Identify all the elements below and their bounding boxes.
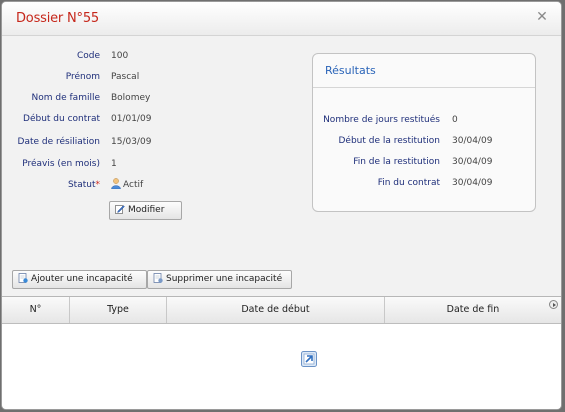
result-value: 0 bbox=[452, 115, 458, 125]
add-incapacity-label: Ajouter une incapacité bbox=[31, 274, 133, 284]
dialog-titlebar[interactable]: Dossier N°55 ✕ bbox=[2, 2, 561, 36]
add-document-icon bbox=[18, 273, 28, 283]
modify-button-label: Modifier bbox=[128, 205, 165, 215]
results-title: Résultats bbox=[325, 64, 376, 77]
grid-header: N° Type Date de début Date de fin bbox=[2, 297, 561, 324]
remove-incapacity-button[interactable]: Supprimer une incapacité bbox=[147, 270, 292, 289]
field-label: Statut* bbox=[2, 178, 100, 192]
field-label: Date de résiliation bbox=[17, 137, 100, 147]
column-header-end-date[interactable]: Date de fin bbox=[385, 297, 561, 323]
status-text: Actif bbox=[123, 180, 144, 190]
result-label: Début de la restitution bbox=[338, 136, 441, 146]
add-incapacity-button[interactable]: Ajouter une incapacité bbox=[12, 270, 147, 289]
field-label: Début du contrat bbox=[23, 114, 100, 124]
result-value: 30/04/09 bbox=[452, 136, 493, 146]
field-label: Préavis (en mois) bbox=[22, 159, 100, 169]
result-value: 30/04/09 bbox=[452, 178, 493, 188]
field-value: 15/03/09 bbox=[111, 137, 152, 147]
field-value: 100 bbox=[111, 51, 129, 61]
dialog-title: Dossier N°55 bbox=[16, 11, 99, 26]
result-value: 30/04/09 bbox=[452, 157, 493, 167]
incapacity-dialog: Dossier N°55 ✕ Code 100 Prénom Pascal No… bbox=[1, 1, 562, 410]
remove-document-icon bbox=[153, 273, 163, 283]
field-value: 01/01/09 bbox=[111, 114, 152, 124]
status-label: Statut bbox=[67, 180, 96, 190]
user-icon bbox=[111, 178, 121, 189]
result-row-contract-end: Fin du contrat 30/04/09 bbox=[313, 176, 535, 190]
column-header-start-date[interactable]: Date de début bbox=[167, 297, 385, 323]
required-marker: * bbox=[95, 180, 101, 190]
column-header-number[interactable]: N° bbox=[2, 297, 70, 323]
incapacity-grid: N° Type Date de début Date de fin bbox=[2, 296, 561, 409]
open-external-icon[interactable] bbox=[301, 351, 317, 367]
result-row-days-returned: Nombre de jours restitués 0 bbox=[313, 113, 535, 127]
result-label: Nombre de jours restitués bbox=[323, 115, 440, 125]
result-row-restitution-end: Fin de la restitution 30/04/09 bbox=[313, 155, 535, 169]
result-label: Fin du contrat bbox=[377, 178, 440, 188]
status-value: Actif bbox=[111, 178, 143, 192]
field-value: 1 bbox=[111, 159, 117, 169]
field-value: Bolomey bbox=[111, 93, 151, 103]
column-menu-icon[interactable] bbox=[549, 300, 558, 309]
close-icon[interactable]: ✕ bbox=[535, 10, 549, 24]
remove-incapacity-label: Supprimer une incapacité bbox=[166, 274, 283, 284]
modify-button[interactable]: Modifier bbox=[109, 201, 182, 220]
results-header: Résultats bbox=[313, 54, 535, 88]
field-label: Code bbox=[76, 51, 100, 61]
field-value: Pascal bbox=[111, 72, 140, 82]
result-row-restitution-start: Début de la restitution 30/04/09 bbox=[313, 134, 535, 148]
field-label: Prénom bbox=[65, 72, 100, 82]
edit-icon bbox=[115, 205, 125, 214]
results-panel: Résultats Nombre de jours restitués 0 Dé… bbox=[312, 53, 536, 212]
column-header-type[interactable]: Type bbox=[70, 297, 167, 323]
result-label: Fin de la restitution bbox=[353, 157, 440, 167]
field-label: Nom de famille bbox=[31, 93, 100, 103]
